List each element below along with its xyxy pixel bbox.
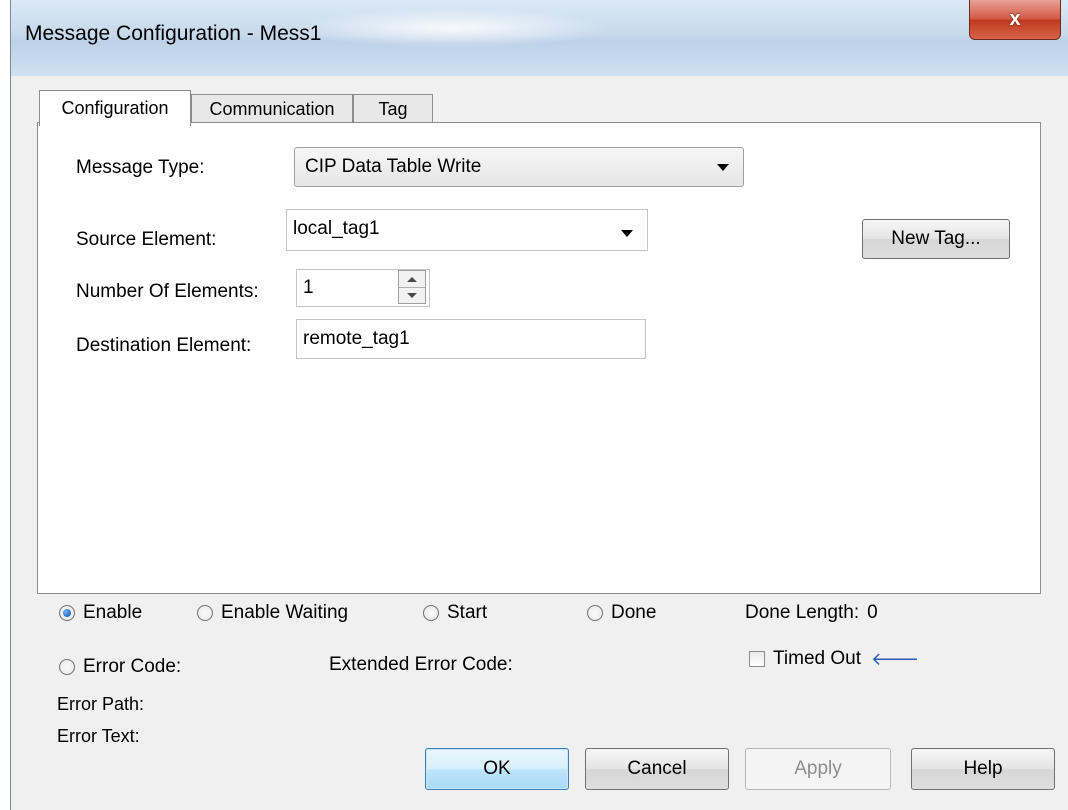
done-length: Done Length: 0 xyxy=(745,602,878,624)
destination-element-label: Destination Element: xyxy=(76,335,252,356)
ok-button-label: OK xyxy=(483,758,511,779)
new-tag-button[interactable]: New Tag... xyxy=(862,219,1010,259)
enable-radio xyxy=(59,605,75,621)
destination-element-value: remote_tag1 xyxy=(303,328,410,349)
start-indicator: Start xyxy=(423,602,487,624)
enable-waiting-indicator: Enable Waiting xyxy=(197,602,348,624)
tab-configuration-label: Configuration xyxy=(61,98,169,118)
chevron-down-icon xyxy=(621,230,633,237)
cancel-button-label: Cancel xyxy=(627,758,687,779)
number-of-elements-label: Number Of Elements: xyxy=(76,281,259,302)
done-length-value: 0 xyxy=(867,602,878,623)
help-button[interactable]: Help xyxy=(911,748,1055,790)
apply-button-label: Apply xyxy=(794,758,842,779)
start-radio xyxy=(423,605,439,621)
source-element-label: Source Element: xyxy=(76,229,217,250)
timed-out-label: Timed Out xyxy=(773,648,861,669)
chevron-down-icon xyxy=(407,292,417,298)
extended-error-code-label: Extended Error Code: xyxy=(329,654,513,675)
left-arrow-icon: 🡐 xyxy=(871,648,920,669)
error-code-label: Error Code: xyxy=(83,656,182,677)
message-type-select[interactable]: CIP Data Table Write xyxy=(294,147,744,187)
tab-communication-label: Communication xyxy=(209,99,335,119)
timed-out-indicator: Timed Out 🡐 xyxy=(749,648,919,670)
new-tag-button-label: New Tag... xyxy=(891,228,981,249)
help-button-label: Help xyxy=(963,758,1003,779)
tab-tag-label: Tag xyxy=(378,99,408,119)
enable-label: Enable xyxy=(83,602,143,623)
chevron-up-icon xyxy=(407,276,417,282)
tab-communication[interactable]: Communication xyxy=(191,94,353,124)
enable-waiting-radio xyxy=(197,605,213,621)
dialog-window: Message Configuration - Mess1 x Configur… xyxy=(10,0,1068,810)
apply-button[interactable]: Apply xyxy=(745,748,891,790)
configuration-panel: Message Type: CIP Data Table Write Sourc… xyxy=(37,122,1041,594)
number-of-elements-value: 1 xyxy=(303,277,314,298)
error-code-radio xyxy=(59,659,75,675)
tab-tag[interactable]: Tag xyxy=(353,94,433,124)
destination-element-input[interactable]: remote_tag1 xyxy=(296,319,646,359)
title-bar-glow xyxy=(291,8,611,48)
message-type-label: Message Type: xyxy=(76,157,205,178)
stepper-down-button[interactable] xyxy=(399,287,425,303)
done-indicator: Done xyxy=(587,602,656,624)
window-title: Message Configuration - Mess1 xyxy=(25,22,322,45)
close-button[interactable]: x xyxy=(969,0,1061,40)
dialog-client-area: Configuration Communication Tag Message … xyxy=(19,76,1059,810)
title-bar[interactable]: Message Configuration - Mess1 x xyxy=(11,0,1068,76)
close-icon: x xyxy=(1009,8,1021,30)
tab-configuration[interactable]: Configuration xyxy=(39,90,191,126)
stepper-up-button[interactable] xyxy=(399,271,425,288)
error-path-label: Error Path: xyxy=(57,694,145,714)
start-label: Start xyxy=(447,602,488,623)
done-radio xyxy=(587,605,603,621)
enable-indicator: Enable xyxy=(59,602,142,624)
source-element-combo[interactable]: local_tag1 xyxy=(286,209,648,251)
done-length-label: Done Length: xyxy=(745,602,860,623)
message-type-value: CIP Data Table Write xyxy=(305,156,482,177)
timed-out-checkbox xyxy=(749,651,765,667)
cancel-button[interactable]: Cancel xyxy=(585,748,729,790)
enable-waiting-label: Enable Waiting xyxy=(221,602,349,623)
chevron-down-icon xyxy=(717,164,729,171)
source-element-value: local_tag1 xyxy=(293,218,380,239)
ok-button[interactable]: OK xyxy=(425,748,569,790)
extended-error-code: Extended Error Code: xyxy=(329,654,513,676)
error-code-indicator: Error Code: xyxy=(59,656,181,678)
error-text-label: Error Text: xyxy=(57,726,140,746)
done-label: Done xyxy=(611,602,657,623)
number-of-elements-stepper[interactable] xyxy=(398,270,426,304)
